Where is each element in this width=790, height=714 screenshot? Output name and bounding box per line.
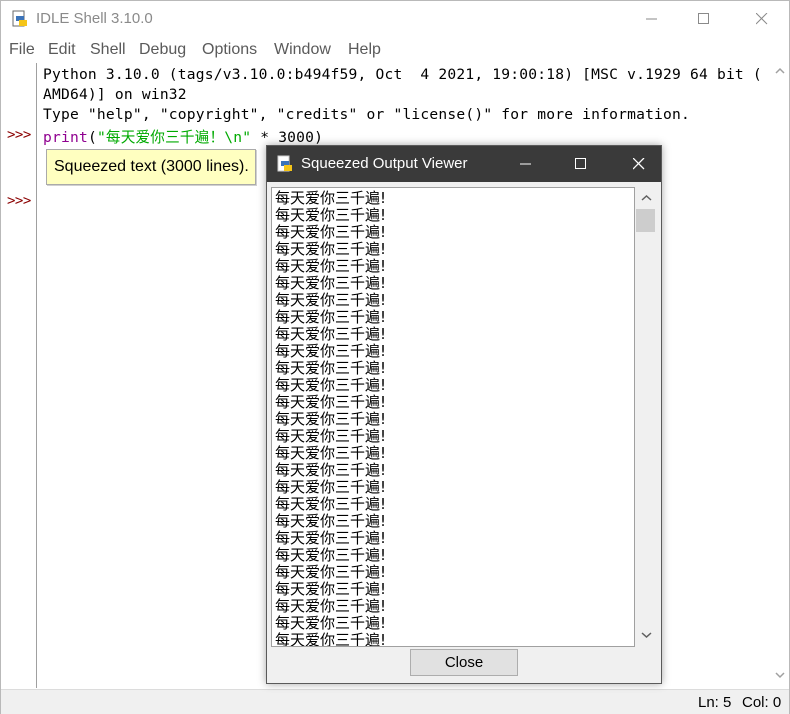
output-line: 每天爱你三千遍! <box>275 257 387 275</box>
minimize-icon <box>520 163 531 165</box>
close-icon <box>633 158 645 170</box>
menu-help[interactable]: Help <box>348 41 381 59</box>
output-line: 每天爱你三千遍! <box>275 495 387 513</box>
output-line: 每天爱你三千遍! <box>275 427 387 445</box>
dialog-titlebar[interactable]: Squeezed Output Viewer <box>267 146 661 182</box>
menu-window[interactable]: Window <box>274 41 331 59</box>
minimize-button[interactable] <box>629 1 675 37</box>
python-app-icon <box>276 155 294 173</box>
output-line: 每天爱你三千遍! <box>275 529 387 547</box>
output-line: 每天爱你三千遍! <box>275 444 387 462</box>
output-line: 每天爱你三千遍! <box>275 410 387 428</box>
close-window-button[interactable] <box>739 1 785 37</box>
python-app-icon <box>11 10 29 28</box>
banner-line: Type "help", "copyright", "credits" or "… <box>43 106 691 123</box>
status-column: Col: 0 <box>742 694 782 711</box>
paren: ( <box>87 129 97 146</box>
prompt-gutter: >>> >>> <box>1 63 37 688</box>
output-line: 每天爱你三千遍! <box>275 461 387 479</box>
dialog-title: Squeezed Output Viewer <box>301 155 468 172</box>
output-line: 每天爱你三千遍! <box>275 614 387 632</box>
window-titlebar[interactable]: IDLE Shell 3.10.0 <box>1 1 789 37</box>
status-bar: Ln: 5 Col: 0 <box>1 689 789 714</box>
dialog-maximize-button[interactable] <box>558 146 604 182</box>
output-line: 每天爱你三千遍! <box>275 342 387 360</box>
menu-bar: File Edit Shell Debug Options Window Hel… <box>1 39 789 63</box>
output-line: 每天爱你三千遍! <box>275 325 387 343</box>
print-keyword: print <box>43 129 88 146</box>
output-line: 每天爱你三千遍! <box>275 546 387 564</box>
scroll-up-icon[interactable] <box>641 194 652 202</box>
output-line: 每天爱你三千遍! <box>275 274 387 292</box>
menu-file[interactable]: File <box>9 41 35 59</box>
dialog-close-button[interactable] <box>616 146 662 182</box>
squeezed-output-viewer: Squeezed Output Viewer 每天爱你三千遍! 每天爱你三千遍! 每… <box>266 145 662 684</box>
expression-rest: * 3000) <box>251 129 324 146</box>
output-line: 每天爱你三千遍! <box>275 631 387 647</box>
squeezed-text-button[interactable]: Squeezed text (3000 lines). <box>46 149 256 185</box>
close-button[interactable]: Close <box>410 649 518 676</box>
menu-edit[interactable]: Edit <box>48 41 76 59</box>
window-title: IDLE Shell 3.10.0 <box>36 10 153 27</box>
input-line: print("每天爱你三千遍！\n" * 3000) <box>43 126 323 147</box>
status-line-number: Ln: 5 <box>698 694 732 711</box>
scroll-up-icon[interactable] <box>775 67 785 75</box>
output-line: 每天爱你三千遍! <box>275 223 387 241</box>
output-line: 每天爱你三千遍! <box>275 597 387 615</box>
output-line: 每天爱你三千遍! <box>275 512 387 530</box>
prompt-marker: >>> <box>7 193 31 209</box>
maximize-icon <box>698 13 709 24</box>
scroll-down-icon[interactable] <box>775 671 785 679</box>
banner-line: Python 3.10.0 (tags/v3.10.0:b494f59, Oct… <box>43 66 762 83</box>
output-line: 每天爱你三千遍! <box>275 478 387 496</box>
scroll-down-icon[interactable] <box>641 631 652 639</box>
output-line: 每天爱你三千遍! <box>275 359 387 377</box>
menu-debug[interactable]: Debug <box>139 41 186 59</box>
menu-options[interactable]: Options <box>202 41 257 59</box>
output-line: 每天爱你三千遍! <box>275 189 387 207</box>
string-literal: "每天爱你三千遍！\n" <box>96 129 252 146</box>
output-line: 每天爱你三千遍! <box>275 240 387 258</box>
banner-line: AMD64)] on win32 <box>43 86 187 103</box>
menu-shell[interactable]: Shell <box>90 41 126 59</box>
dialog-minimize-button[interactable] <box>503 146 549 182</box>
maximize-icon <box>575 158 586 169</box>
main-vertical-scrollbar[interactable] <box>770 63 789 688</box>
output-line: 每天爱你三千遍! <box>275 308 387 326</box>
maximize-button[interactable] <box>681 1 727 37</box>
output-line: 每天爱你三千遍! <box>275 206 387 224</box>
output-line: 每天爱你三千遍! <box>275 291 387 309</box>
close-icon <box>756 13 768 25</box>
output-text-area[interactable]: 每天爱你三千遍! 每天爱你三千遍! 每天爱你三千遍! 每天爱你三千遍! 每天爱你三千遍!… <box>271 187 635 647</box>
prompt-marker: >>> <box>7 127 31 143</box>
dialog-vertical-scrollbar[interactable] <box>635 187 658 647</box>
output-line: 每天爱你三千遍! <box>275 563 387 581</box>
minimize-icon <box>646 18 657 20</box>
output-line: 每天爱你三千遍! <box>275 580 387 598</box>
output-line: 每天爱你三千遍! <box>275 393 387 411</box>
scroll-thumb[interactable] <box>636 209 655 232</box>
output-line: 每天爱你三千遍! <box>275 376 387 394</box>
